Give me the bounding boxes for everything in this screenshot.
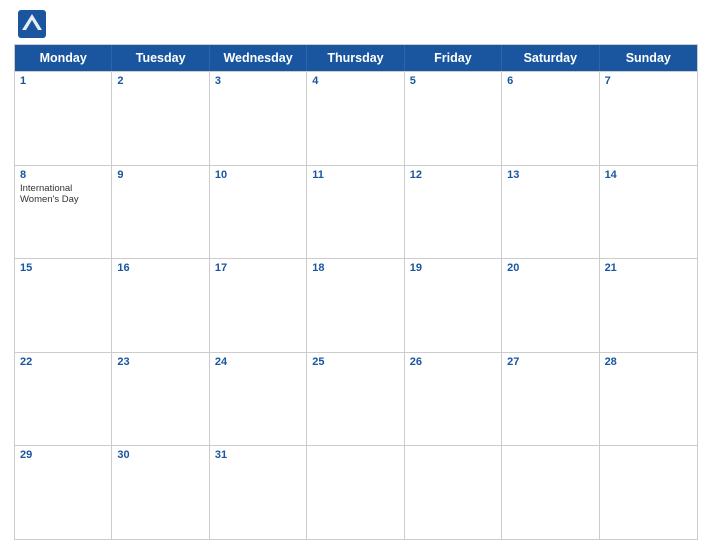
cell-date-number: 23: [117, 356, 203, 368]
week-row-1: 1234567: [15, 71, 697, 165]
calendar: MondayTuesdayWednesdayThursdayFridaySatu…: [14, 44, 698, 540]
calendar-day-headers: MondayTuesdayWednesdayThursdayFridaySatu…: [15, 45, 697, 71]
cell-date-number: 5: [410, 75, 496, 87]
cell-date-number: 8: [20, 169, 106, 181]
calendar-cell: 2: [112, 72, 209, 165]
calendar-cell: 23: [112, 353, 209, 446]
week-row-5: 29 30 31: [15, 445, 697, 539]
calendar-cell: [600, 446, 697, 539]
calendar-cell: 30: [112, 446, 209, 539]
cell-date-number: 3: [215, 75, 301, 87]
cell-event-label: International Women's Day: [20, 183, 106, 206]
cell-date-number: 18: [312, 262, 398, 274]
calendar-cell: 19: [405, 259, 502, 352]
cell-date-number: 20: [507, 262, 593, 274]
week-row-2: 8 International Women's Day 9 10 11 12 13 14: [15, 165, 697, 259]
calendar-cell: 31: [210, 446, 307, 539]
cell-date-number: 12: [410, 169, 496, 181]
day-header-friday: Friday: [405, 45, 502, 71]
cell-date-number: 28: [605, 356, 692, 368]
calendar-cell: [307, 446, 404, 539]
cell-date-number: 31: [215, 449, 301, 461]
cell-date-number: 15: [20, 262, 106, 274]
calendar-cell: 20: [502, 259, 599, 352]
logo-icon: [18, 10, 46, 38]
cell-date-number: 6: [507, 75, 593, 87]
calendar-cell: 26: [405, 353, 502, 446]
calendar-cell: 24: [210, 353, 307, 446]
day-header-thursday: Thursday: [307, 45, 404, 71]
cell-date-number: 7: [605, 75, 692, 87]
cell-date-number: 25: [312, 356, 398, 368]
calendar-cell: 22: [15, 353, 112, 446]
calendar-cell: [405, 446, 502, 539]
calendar-cell: 15: [15, 259, 112, 352]
calendar-cell: 29: [15, 446, 112, 539]
cell-date-number: 19: [410, 262, 496, 274]
cell-date-number: 1: [20, 75, 106, 87]
calendar-cell: 10: [210, 166, 307, 259]
day-header-wednesday: Wednesday: [210, 45, 307, 71]
cell-date-number: 22: [20, 356, 106, 368]
cell-date-number: 14: [605, 169, 692, 181]
day-header-monday: Monday: [15, 45, 112, 71]
calendar-cell: 18: [307, 259, 404, 352]
cell-date-number: 4: [312, 75, 398, 87]
calendar-cell: 9: [112, 166, 209, 259]
calendar-cell: 16: [112, 259, 209, 352]
calendar-cell: 13: [502, 166, 599, 259]
calendar-cell: 6: [502, 72, 599, 165]
calendar-cell: 4: [307, 72, 404, 165]
cell-date-number: 29: [20, 449, 106, 461]
week-row-4: 22 23 24 25 26 27 28: [15, 352, 697, 446]
calendar-cell: [502, 446, 599, 539]
cell-date-number: 30: [117, 449, 203, 461]
calendar-cell: 12: [405, 166, 502, 259]
cell-date-number: 27: [507, 356, 593, 368]
logo: [18, 10, 50, 38]
cell-date-number: 16: [117, 262, 203, 274]
calendar-cell: 27: [502, 353, 599, 446]
cell-date-number: 13: [507, 169, 593, 181]
calendar-cell: 14: [600, 166, 697, 259]
calendar-cell: 21: [600, 259, 697, 352]
calendar-cell: 17: [210, 259, 307, 352]
calendar-cell: 5: [405, 72, 502, 165]
calendar-cell: 11: [307, 166, 404, 259]
calendar-cell: 1: [15, 72, 112, 165]
cell-date-number: 21: [605, 262, 692, 274]
cell-date-number: 11: [312, 169, 398, 181]
calendar-body: 12345678International Women's Day9101112…: [15, 71, 697, 539]
calendar-cell: 25: [307, 353, 404, 446]
cell-date-number: 10: [215, 169, 301, 181]
page: MondayTuesdayWednesdayThursdayFridaySatu…: [0, 0, 712, 550]
cell-date-number: 24: [215, 356, 301, 368]
calendar-cell: 28: [600, 353, 697, 446]
day-header-sunday: Sunday: [600, 45, 697, 71]
week-row-3: 15 16 17 18 19 20 21: [15, 258, 697, 352]
cell-date-number: 9: [117, 169, 203, 181]
cell-date-number: 17: [215, 262, 301, 274]
cell-date-number: 2: [117, 75, 203, 87]
calendar-header: [14, 10, 698, 38]
cell-date-number: 26: [410, 356, 496, 368]
day-header-saturday: Saturday: [502, 45, 599, 71]
calendar-cell: 7: [600, 72, 697, 165]
day-header-tuesday: Tuesday: [112, 45, 209, 71]
calendar-cell: 3: [210, 72, 307, 165]
calendar-cell: 8 International Women's Day: [15, 166, 112, 259]
